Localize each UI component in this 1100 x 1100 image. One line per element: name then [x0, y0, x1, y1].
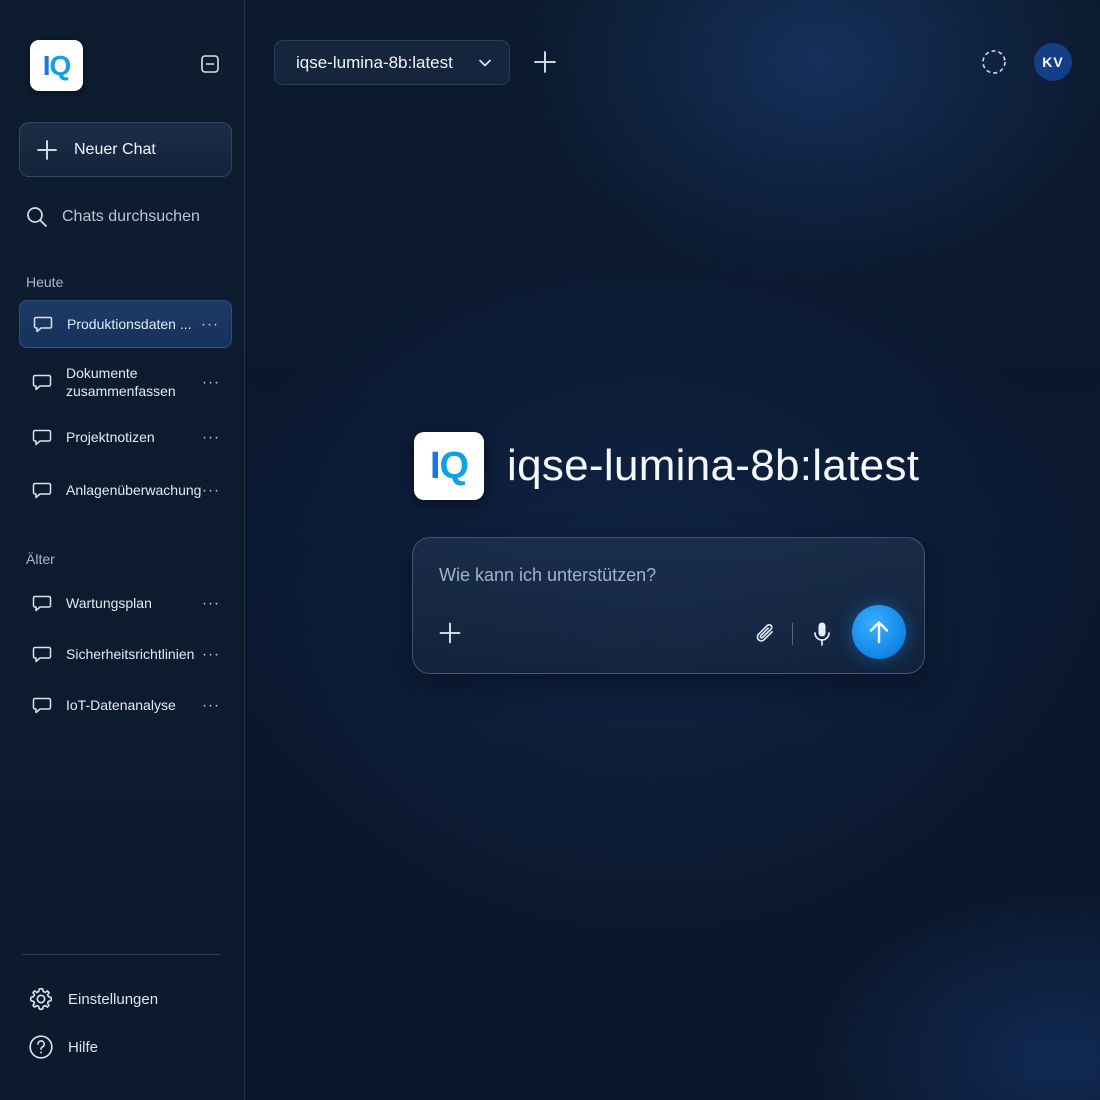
model-selector[interactable]: iqse-lumina-8b:latest [274, 40, 510, 85]
chat-bubble-icon [31, 426, 53, 448]
chat-item[interactable]: Sicherheitsrichtlinien ··· [19, 639, 232, 669]
chat-item-label: Anlagenüberwachung [66, 482, 202, 498]
microphone-button[interactable] [810, 620, 834, 648]
plus-icon [439, 622, 461, 644]
paperclip-icon [756, 623, 773, 642]
chat-bubble-icon [31, 694, 53, 716]
settings-button[interactable]: Einstellungen [28, 986, 158, 1012]
chat-item[interactable]: Dokumente zusammenfassen ··· [19, 362, 232, 402]
arrow-up-icon [869, 621, 889, 644]
section-label-today: Heute [26, 274, 64, 290]
new-chat-label: Neuer Chat [74, 140, 156, 158]
settings-label: Einstellungen [68, 990, 159, 1008]
logo-mark: IQ [42, 49, 72, 81]
chat-item-label: Wartungsplan [66, 595, 152, 611]
dashed-circle-icon [982, 50, 1006, 74]
section-label-older: Älter [26, 551, 55, 567]
sidebar-collapse-button[interactable] [198, 52, 222, 76]
plus-icon [534, 51, 556, 73]
chat-item[interactable]: IoT-Datenanalyse ··· [19, 690, 232, 720]
chat-item-label: IoT-Datenanalyse [66, 697, 176, 713]
chat-bubble-icon [31, 643, 53, 665]
sidebar-collapse-icon [201, 55, 219, 73]
chat-item[interactable]: Projektnotizen ··· [19, 422, 232, 452]
chat-bubble-icon [32, 313, 54, 335]
more-options-button[interactable]: ··· [202, 374, 220, 391]
user-avatar[interactable]: KV [1034, 43, 1072, 81]
search-icon [27, 207, 47, 227]
send-button[interactable] [852, 605, 906, 659]
more-options-button[interactable]: ··· [202, 482, 220, 499]
more-options-button[interactable]: ··· [202, 595, 220, 612]
chevron-down-icon [479, 59, 491, 67]
sidebar: IQ Neuer Chat Chats durchsuchen Heute Pr… [0, 0, 245, 1100]
chat-bubble-icon [31, 592, 53, 614]
more-options-button[interactable]: ··· [202, 646, 220, 663]
message-composer [412, 537, 925, 674]
model-selector-label: iqse-lumina-8b:latest [296, 52, 453, 72]
more-options-button[interactable]: ··· [202, 697, 220, 714]
more-options-button[interactable]: ··· [202, 429, 220, 446]
composer-add-button[interactable] [438, 621, 462, 645]
model-title: iqse-lumina-8b:latest [507, 441, 920, 490]
composer-separator [792, 623, 793, 645]
app-logo[interactable]: IQ [30, 40, 83, 91]
new-chat-button[interactable]: Neuer Chat [19, 122, 232, 177]
attach-file-button[interactable] [753, 620, 779, 648]
help-label: Hilfe [68, 1038, 99, 1056]
app-root: IQ Neuer Chat Chats durchsuchen Heute Pr… [0, 0, 1100, 1100]
chat-item[interactable]: Produktionsdaten ... ··· [19, 300, 232, 348]
chat-item-label: Dokumente zusammenfassen [66, 365, 176, 399]
chat-item-label: Projektnotizen [66, 429, 155, 445]
add-model-button[interactable] [532, 49, 558, 75]
chat-item[interactable]: Wartungsplan ··· [19, 588, 232, 618]
chat-bubble-icon [31, 479, 53, 501]
search-chats-button[interactable]: Chats durchsuchen [26, 202, 226, 232]
message-input[interactable] [439, 562, 839, 588]
chat-item-label: Sicherheitsrichtlinien [66, 646, 195, 662]
hero-logo: IQ [414, 432, 484, 500]
gear-icon [29, 987, 53, 1011]
more-options-button[interactable]: ··· [201, 316, 219, 333]
help-circle-icon [29, 1035, 53, 1059]
chat-item-label: Produktionsdaten ... [67, 316, 192, 332]
hero-logo-mark: IQ [429, 444, 469, 487]
chat-item[interactable]: Anlagenüberwachung ··· [19, 475, 232, 505]
microphone-icon [814, 622, 830, 646]
help-button[interactable]: Hilfe [28, 1034, 98, 1060]
loading-status-button[interactable] [981, 49, 1007, 75]
search-label: Chats durchsuchen [62, 208, 200, 225]
plus-icon [37, 139, 57, 160]
sidebar-divider [22, 954, 221, 955]
chat-bubble-icon [31, 371, 53, 393]
